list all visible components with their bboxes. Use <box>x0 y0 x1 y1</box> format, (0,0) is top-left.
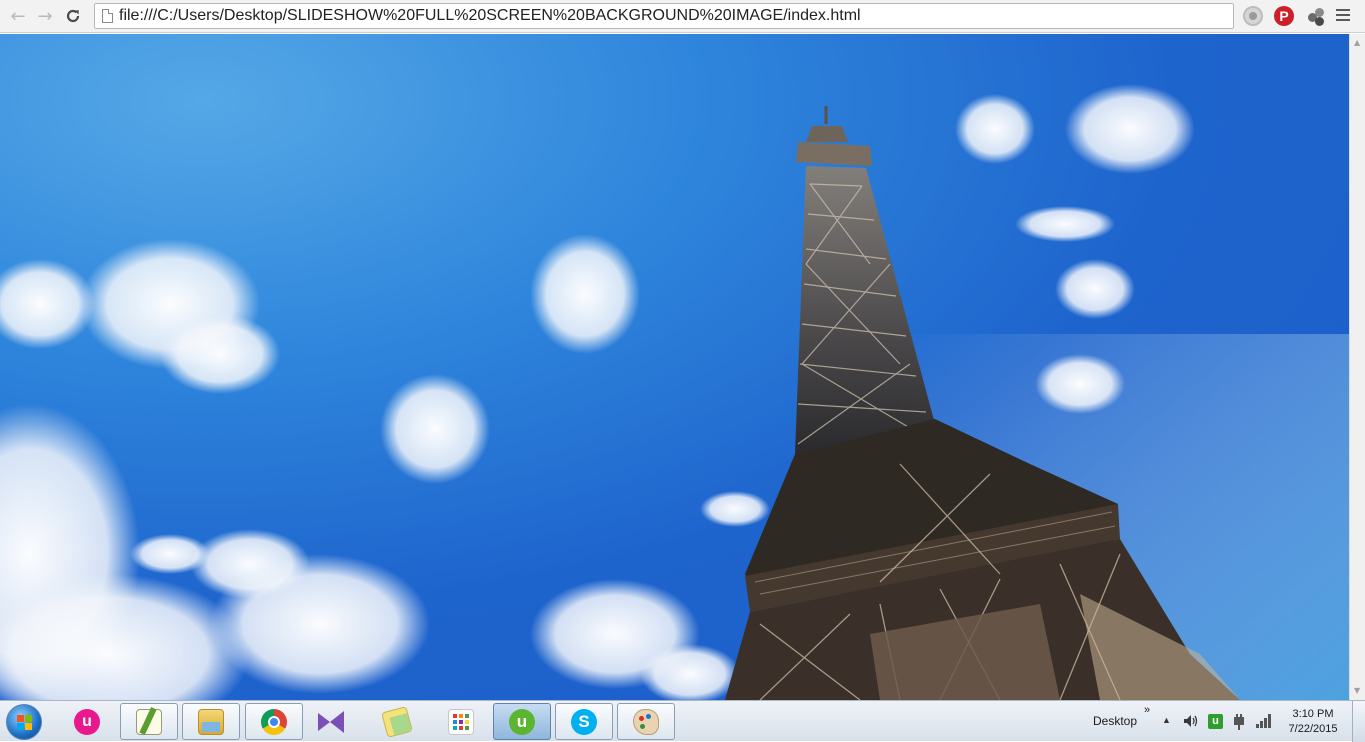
windows-start-orb-icon[interactable] <box>6 704 42 740</box>
volume-icon[interactable] <box>1183 714 1199 728</box>
scroll-up-icon[interactable]: ▲ <box>1354 38 1360 47</box>
vertical-scrollbar[interactable]: ▲ ▼ <box>1349 34 1365 700</box>
taskbar: u u S Desktop » ▲ u 3:10 PM 7/22/2015 <box>0 700 1365 742</box>
show-desktop-button[interactable] <box>1352 701 1365 742</box>
sticky-notes-icon[interactable] <box>376 703 418 740</box>
hamburger-menu-icon[interactable] <box>1336 9 1350 23</box>
pinterest-icon[interactable]: P <box>1274 6 1294 26</box>
skype-icon[interactable]: S <box>555 703 613 740</box>
eiffel-tower-background-image <box>0 84 1349 700</box>
page-viewport <box>0 34 1349 700</box>
system-clock[interactable]: 3:10 PM 7/22/2015 <box>1278 707 1348 737</box>
url-input[interactable] <box>119 6 1219 26</box>
chrome-icon[interactable] <box>245 703 303 740</box>
arrow-left-icon: ← <box>10 5 26 27</box>
reload-button[interactable] <box>61 5 85 27</box>
desktop-toolbar-label[interactable]: Desktop <box>1093 714 1137 728</box>
visual-studio-icon[interactable] <box>310 703 352 740</box>
file-manager-icon[interactable] <box>182 703 240 740</box>
reload-icon <box>66 9 80 23</box>
desktop-toolbar-chevron[interactable]: » <box>1144 704 1150 716</box>
clock-time: 3:10 PM <box>1292 708 1334 720</box>
dots-extension-icon[interactable] <box>1306 6 1326 26</box>
show-hidden-icons-icon[interactable]: ▲ <box>1162 715 1171 725</box>
forward-button[interactable]: → <box>33 5 57 27</box>
back-button[interactable]: ← <box>6 5 30 27</box>
page-icon <box>102 9 113 23</box>
tiles-app-icon[interactable] <box>440 703 482 740</box>
gray-circle-extension-icon[interactable] <box>1243 6 1263 26</box>
arrow-right-icon: → <box>37 5 53 27</box>
network-plug-icon[interactable] <box>1232 713 1246 730</box>
notepad-plus-plus-icon[interactable] <box>120 703 178 740</box>
signal-bars-icon[interactable] <box>1256 714 1272 728</box>
address-bar[interactable] <box>94 3 1234 29</box>
paint-icon[interactable] <box>617 703 675 740</box>
app-pink-u-icon[interactable]: u <box>66 703 108 740</box>
clock-date: 7/22/2015 <box>1288 723 1338 735</box>
utorrent-icon[interactable]: u <box>493 703 551 740</box>
scroll-down-icon[interactable]: ▼ <box>1354 686 1360 695</box>
utorrent-tray-icon[interactable]: u <box>1208 714 1223 729</box>
browser-toolbar: ← → P <box>0 0 1365 33</box>
